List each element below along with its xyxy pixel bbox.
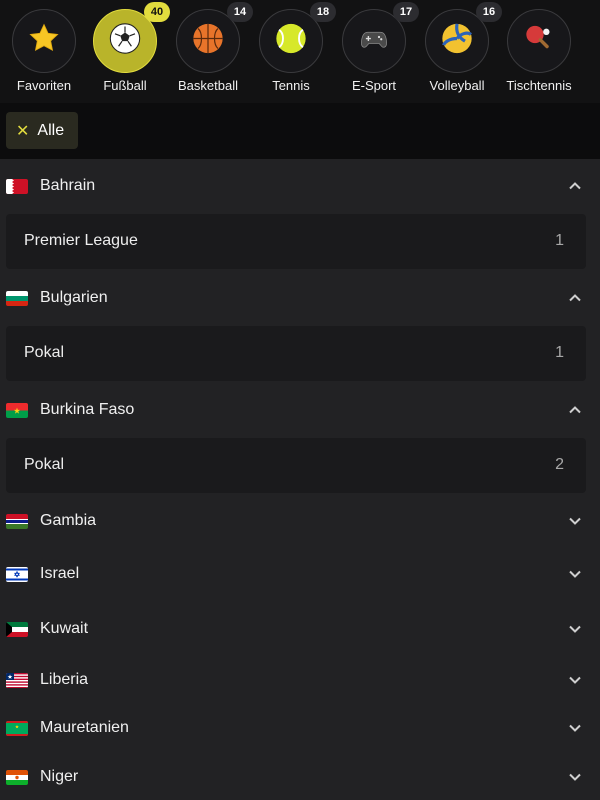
country-name: Bulgarien	[40, 289, 108, 306]
country-row-liberia[interactable]: Liberia	[0, 655, 600, 705]
chevron-down-icon[interactable]	[568, 721, 582, 735]
country-row-israel[interactable]: Israel	[0, 549, 600, 599]
league-name: Pokal	[24, 456, 65, 473]
league-row[interactable]: Pokal 2	[6, 438, 586, 493]
country-name: Bahrain	[40, 177, 96, 194]
tennis-ball-icon	[275, 23, 307, 60]
league-count: 1	[555, 344, 564, 361]
sport-tab-basketball[interactable]: 14 Basketball	[166, 2, 253, 93]
sport-tab-label: Basketball	[178, 78, 238, 93]
ping-pong-icon	[523, 23, 555, 60]
flag-israel-icon	[6, 566, 28, 582]
sport-tab-circle	[507, 9, 571, 73]
sport-tab-tennis[interactable]: 18 Tennis	[249, 2, 336, 93]
league-row[interactable]: Premier League 1	[6, 214, 586, 269]
sport-tab-label: Tennis	[272, 78, 310, 93]
filter-chip-label: Alle	[37, 121, 65, 139]
sport-tab-volleyball[interactable]: 16 Volleyball	[415, 2, 502, 93]
sport-tab-esport[interactable]: 17 E-Sport	[332, 2, 419, 93]
country-row-mauretanien[interactable]: Mauretanien	[0, 703, 600, 753]
sport-tab-tischtennis[interactable]: Tischtennis	[497, 9, 581, 93]
chevron-down-icon[interactable]	[568, 673, 582, 687]
country-row-niger[interactable]: Niger	[0, 752, 600, 800]
country-row-gambia[interactable]: Gambia	[0, 496, 600, 546]
league-name: Pokal	[24, 344, 65, 361]
sport-tab-label: Tischtennis	[506, 78, 572, 93]
country-name: Burkina Faso	[40, 401, 135, 418]
chevron-down-icon[interactable]	[568, 770, 582, 784]
sport-tab-circle: 14	[176, 2, 253, 73]
volleyball-icon	[441, 23, 473, 60]
chevron-up-icon[interactable]	[568, 179, 582, 193]
league-name: Premier League	[24, 232, 138, 249]
sport-tab-label: Volleyball	[429, 78, 485, 93]
star-icon	[27, 22, 61, 61]
sports-tab-bar: Favoriten 40 Fußball 14 Basketball 18 Te…	[0, 0, 600, 103]
country-name: Liberia	[40, 671, 89, 688]
sport-tab-label: Favoriten	[16, 78, 72, 93]
sport-tab-favoriten[interactable]: Favoriten	[2, 9, 86, 93]
filter-bar: ✕ Alle	[0, 103, 600, 159]
flag-bahrain-icon	[6, 178, 28, 194]
flag-mauritania-icon	[6, 720, 28, 736]
filter-chip-alle[interactable]: ✕ Alle	[6, 112, 79, 149]
chevron-up-icon[interactable]	[568, 403, 582, 417]
sport-tab-label: Fußball	[103, 78, 147, 93]
country-row-burkina-faso[interactable]: Burkina Faso	[0, 385, 600, 435]
sport-tab-circle: 40	[93, 2, 170, 73]
flag-burkina-faso-icon	[6, 402, 28, 418]
country-row-bulgarien[interactable]: Bulgarien	[0, 273, 600, 323]
country-row-bahrain[interactable]: Bahrain	[0, 161, 600, 211]
country-row-kuwait[interactable]: Kuwait	[0, 604, 600, 654]
sport-tab-circle	[12, 9, 76, 73]
flag-gambia-icon	[6, 513, 28, 529]
flag-kuwait-icon	[6, 621, 28, 637]
flag-niger-icon	[6, 769, 28, 785]
sport-tab-circle: 17	[342, 2, 419, 73]
country-name: Mauretanien	[40, 719, 129, 736]
country-name: Kuwait	[40, 620, 89, 637]
country-name: Niger	[40, 768, 79, 785]
country-name: Israel	[40, 565, 80, 582]
basketball-icon	[192, 23, 224, 60]
sport-tab-circle: 18	[259, 2, 336, 73]
soccer-ball-icon	[109, 23, 141, 60]
league-row[interactable]: Pokal 1	[6, 326, 586, 381]
league-count: 1	[555, 232, 564, 249]
chevron-down-icon[interactable]	[568, 567, 582, 581]
chevron-up-icon[interactable]	[568, 291, 582, 305]
chevron-down-icon[interactable]	[568, 622, 582, 636]
league-count: 2	[555, 456, 564, 473]
flag-liberia-icon	[6, 672, 28, 688]
country-name: Gambia	[40, 512, 97, 529]
close-icon[interactable]: ✕	[16, 121, 29, 141]
sport-tab-fussball[interactable]: 40 Fußball	[83, 2, 170, 93]
gamepad-icon	[359, 24, 389, 59]
flag-bulgaria-icon	[6, 290, 28, 306]
sport-tab-label: E-Sport	[351, 78, 397, 93]
sport-tab-circle: 16	[425, 2, 502, 73]
chevron-down-icon[interactable]	[568, 514, 582, 528]
